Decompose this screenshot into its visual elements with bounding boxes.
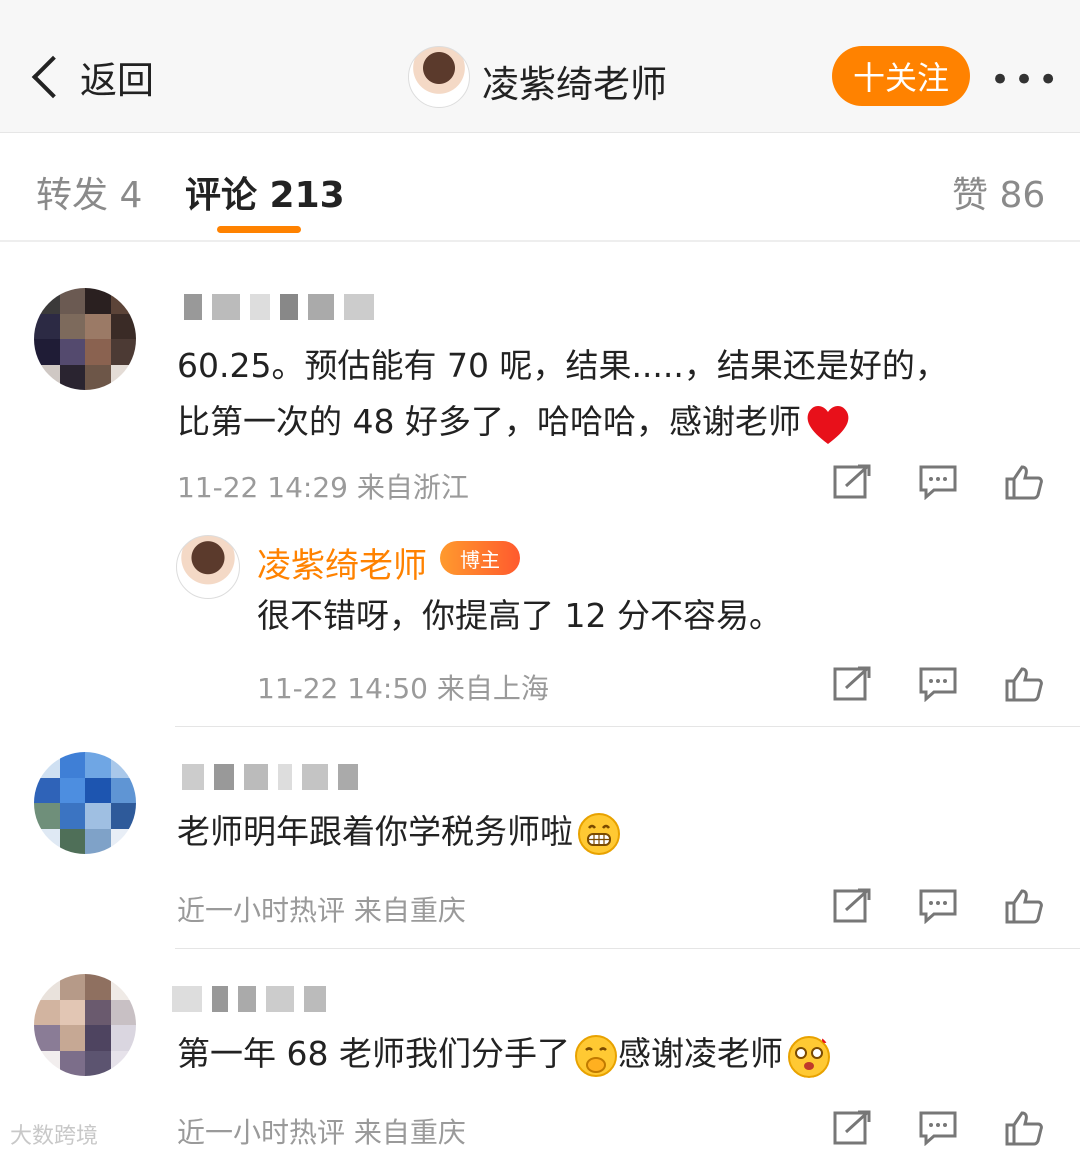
grin-emoji-icon: [578, 812, 620, 855]
commenter-avatar[interactable]: [34, 288, 136, 390]
tab-comments[interactable]: 评论 213: [185, 166, 345, 218]
watermark: 大数跨境: [10, 1124, 99, 1149]
divider: [175, 948, 1080, 949]
comment-text: 第一年 68 老师我们分手了 感谢凌老师: [177, 1026, 831, 1082]
comment-meta: 近一小时热评 来自重庆: [177, 1116, 466, 1149]
tab-reposts[interactable]: 转发 4: [36, 166, 142, 218]
comment-icon[interactable]: [918, 888, 958, 924]
blogger-badge: 博主: [440, 541, 520, 575]
back-button[interactable]: 返回: [28, 50, 154, 104]
share-icon[interactable]: [832, 888, 872, 924]
comment-text-line: 60.25。预估能有 70 呢，结果.....，结果还是好的，: [177, 346, 948, 385]
comment-actions: [832, 464, 1044, 500]
comment-meta: 近一小时热评 来自重庆: [177, 894, 466, 927]
commenter-avatar[interactable]: [34, 974, 136, 1076]
pixelated-avatar-image: [34, 752, 136, 854]
share-icon[interactable]: [832, 464, 872, 500]
comment-meta: 11-22 14:29 来自浙江: [177, 471, 469, 504]
comment-text-line: 比第一次的 48 好多了，哈哈哈，感谢老师: [177, 394, 851, 450]
chevron-left-icon: [31, 55, 75, 99]
author-avatar[interactable]: [408, 46, 470, 108]
like-icon[interactable]: [1004, 666, 1044, 702]
reply-author-name[interactable]: 凌紫绮老师: [257, 538, 427, 587]
pixelated-avatar-image: [34, 288, 136, 390]
comment-icon[interactable]: [918, 464, 958, 500]
comment-icon[interactable]: [918, 1110, 958, 1146]
comment-text: 老师明年跟着你学税务师啦: [177, 804, 621, 860]
divider: [175, 726, 1080, 727]
commenter-name-redacted[interactable]: [172, 982, 326, 1016]
back-label: 返回: [80, 59, 154, 102]
comment-actions: [832, 888, 1044, 924]
heart-emoji-icon: [807, 405, 849, 444]
top-nav-bar: 返回 凌紫绮老师 十关注 •••: [0, 0, 1080, 133]
comment-icon[interactable]: [918, 666, 958, 702]
like-icon[interactable]: [1004, 464, 1044, 500]
reply-author-avatar[interactable]: [176, 535, 240, 599]
star-struck-emoji-icon: [787, 1035, 830, 1078]
commenter-avatar[interactable]: [34, 752, 136, 854]
share-icon[interactable]: [832, 1110, 872, 1146]
active-tab-indicator: [217, 226, 301, 233]
share-icon[interactable]: [832, 666, 872, 702]
reply-text: 很不错呀，你提高了 12 分不容易。: [257, 596, 782, 635]
like-icon[interactable]: [1004, 1110, 1044, 1146]
more-options-button[interactable]: •••: [990, 60, 1062, 100]
like-icon[interactable]: [1004, 888, 1044, 924]
reply-meta: 11-22 14:50 来自上海: [257, 672, 549, 705]
tab-likes[interactable]: 赞 86: [952, 166, 1045, 218]
comment-actions: [832, 1110, 1044, 1146]
pixelated-avatar-image: [34, 974, 136, 1076]
follow-button[interactable]: 十关注: [832, 46, 970, 106]
commenter-name-redacted[interactable]: [184, 290, 374, 324]
commenter-name-redacted[interactable]: [182, 760, 358, 794]
tab-bar: 转发 4 评论 213 赞 86: [0, 132, 1080, 242]
author-name[interactable]: 凌紫绮老师: [482, 54, 667, 108]
covering-mouth-emoji-icon: [574, 1034, 617, 1077]
reply-actions: [832, 666, 1044, 702]
